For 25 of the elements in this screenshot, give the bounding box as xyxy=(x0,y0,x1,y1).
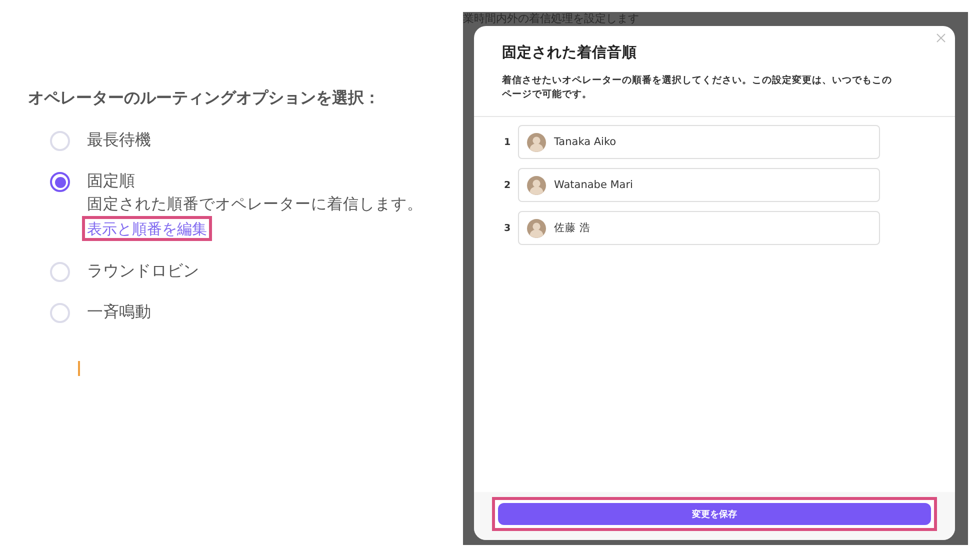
close-icon[interactable] xyxy=(936,33,946,43)
operator-row[interactable]: Watanabe Mari xyxy=(518,168,880,202)
order-number: 3 xyxy=(504,222,510,234)
avatar-icon xyxy=(527,176,546,194)
order-number: 1 xyxy=(504,136,510,148)
section-heading: オペレーターのルーティングオプションを選択： xyxy=(28,88,380,109)
option-label: 固定順 xyxy=(87,170,136,192)
operator-name: Tanaka Aiko xyxy=(554,136,616,148)
option-label: 最長待機 xyxy=(87,129,151,151)
operator-row[interactable]: 佐藤 浩 xyxy=(518,211,880,245)
avatar-icon xyxy=(527,218,546,238)
operator-row[interactable]: Tanaka Aiko xyxy=(518,125,880,159)
text-cursor xyxy=(78,361,80,376)
modal-title: 固定された着信音順 xyxy=(502,43,637,62)
operator-name: Watanabe Mari xyxy=(554,179,633,191)
option-description: 固定された順番でオペレーターに着信します。 xyxy=(87,194,423,214)
operator-name: 佐藤 浩 xyxy=(554,221,590,235)
avatar-icon xyxy=(527,132,546,152)
option-label: ラウンドロビン xyxy=(87,260,199,282)
save-button[interactable]: 変更を保存 xyxy=(498,503,931,525)
option-label: 一斉鳴動 xyxy=(87,301,151,323)
order-number: 2 xyxy=(504,180,510,190)
edit-order-link[interactable]: 表示と順番を編集 xyxy=(87,220,207,238)
radio-button[interactable] xyxy=(50,172,70,192)
modal-description: 着信させたいオペレーターの順番を選択してください。この設定変更は、いつでもこのページで可能です。 xyxy=(502,74,893,102)
